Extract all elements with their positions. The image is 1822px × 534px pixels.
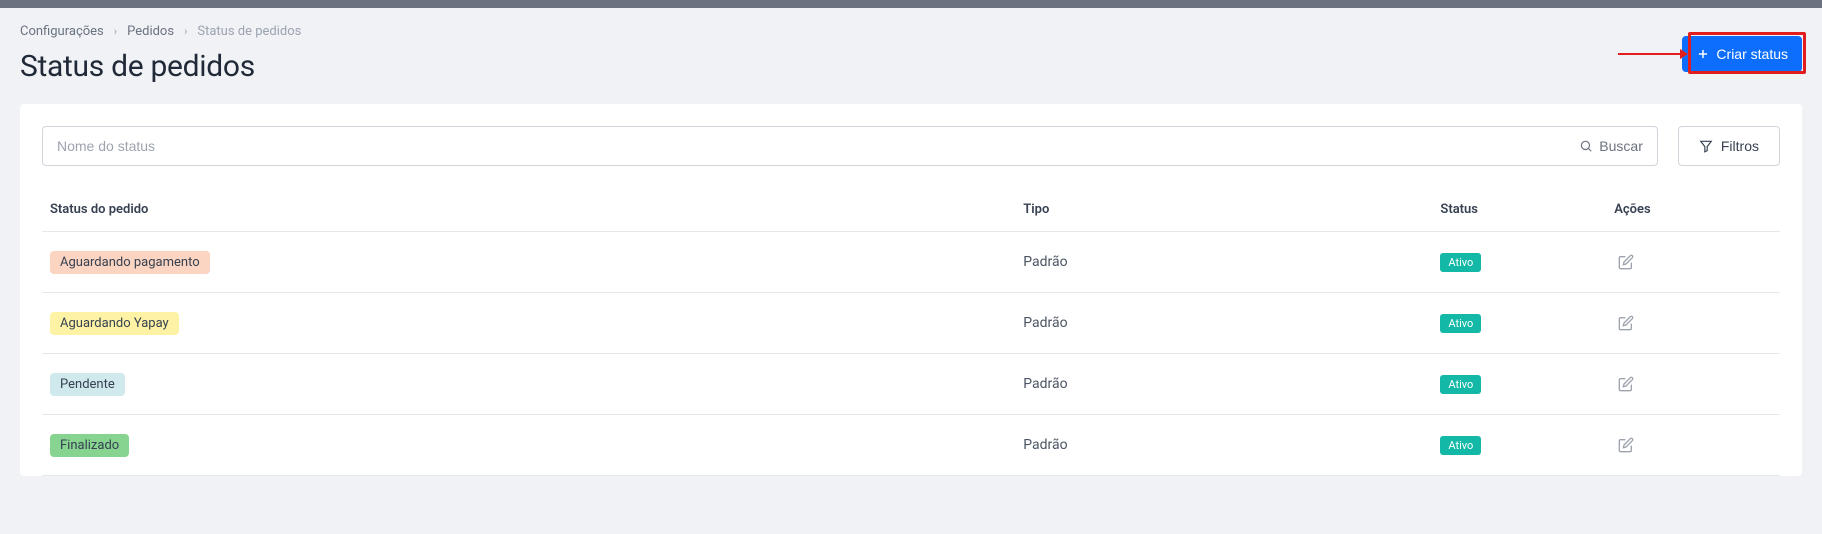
breadcrumb-item-configuracoes[interactable]: Configurações xyxy=(20,24,104,39)
edit-icon xyxy=(1618,254,1634,270)
create-status-button[interactable]: Criar status xyxy=(1682,36,1802,72)
breadcrumb-item-current: Status de pedidos xyxy=(197,24,301,39)
chevron-right-icon: › xyxy=(114,25,117,38)
active-badge: Ativo xyxy=(1440,253,1481,272)
cell-status: Ativo xyxy=(1432,354,1606,415)
filter-icon xyxy=(1699,139,1713,153)
edit-button[interactable] xyxy=(1614,372,1638,396)
page-title: Status de pedidos xyxy=(20,49,1802,84)
edit-icon xyxy=(1618,315,1634,331)
table-row: Aguardando Yapay Padrão Ativo xyxy=(42,293,1780,354)
table-row: Pendente Padrão Ativo xyxy=(42,354,1780,415)
search-button-label: Buscar xyxy=(1599,138,1643,154)
edit-button[interactable] xyxy=(1614,311,1638,335)
status-table-wrap: Status do pedido Tipo Status Ações Aguar… xyxy=(20,188,1802,476)
edit-button[interactable] xyxy=(1614,250,1638,274)
col-header-acoes: Ações xyxy=(1606,188,1780,232)
cell-tipo: Padrão xyxy=(1015,354,1432,415)
cell-acoes xyxy=(1606,232,1780,293)
window-topbar xyxy=(0,0,1822,8)
search-input[interactable] xyxy=(43,138,1565,154)
table-row: Aguardando pagamento Padrão Ativo xyxy=(42,232,1780,293)
cell-tipo: Padrão xyxy=(1015,415,1432,476)
table-row: Finalizado Padrão Ativo xyxy=(42,415,1780,476)
page-header: Configurações › Pedidos › Status de pedi… xyxy=(0,8,1822,104)
cell-status: Ativo xyxy=(1432,415,1606,476)
active-badge: Ativo xyxy=(1440,314,1481,333)
cell-acoes xyxy=(1606,293,1780,354)
cell-status: Ativo xyxy=(1432,232,1606,293)
status-tag: Finalizado xyxy=(50,434,129,457)
search-field-wrap: Buscar xyxy=(42,126,1658,166)
filters-button-label: Filtros xyxy=(1721,138,1759,154)
status-tag: Aguardando Yapay xyxy=(50,312,179,335)
col-header-status-name: Status do pedido xyxy=(42,188,1015,232)
status-table: Status do pedido Tipo Status Ações Aguar… xyxy=(42,188,1780,476)
breadcrumb: Configurações › Pedidos › Status de pedi… xyxy=(20,24,1802,39)
cell-status-name: Finalizado xyxy=(42,415,1015,476)
breadcrumb-item-pedidos[interactable]: Pedidos xyxy=(127,24,174,39)
search-button[interactable]: Buscar xyxy=(1565,127,1657,165)
cell-acoes xyxy=(1606,354,1780,415)
cell-tipo: Padrão xyxy=(1015,293,1432,354)
edit-button[interactable] xyxy=(1614,433,1638,457)
filters-button[interactable]: Filtros xyxy=(1678,126,1780,166)
edit-icon xyxy=(1618,437,1634,453)
cell-acoes xyxy=(1606,415,1780,476)
edit-icon xyxy=(1618,376,1634,392)
chevron-right-icon: › xyxy=(184,25,187,38)
cell-status-name: Aguardando Yapay xyxy=(42,293,1015,354)
active-badge: Ativo xyxy=(1440,436,1481,455)
active-badge: Ativo xyxy=(1440,375,1481,394)
plus-icon xyxy=(1696,47,1710,61)
status-tag: Pendente xyxy=(50,373,125,396)
cell-status-name: Aguardando pagamento xyxy=(42,232,1015,293)
col-header-status: Status xyxy=(1432,188,1606,232)
filter-row: Buscar Filtros xyxy=(20,126,1802,188)
search-icon xyxy=(1579,139,1593,153)
cell-status: Ativo xyxy=(1432,293,1606,354)
col-header-tipo: Tipo xyxy=(1015,188,1432,232)
content-card: Buscar Filtros Status do pedido Tipo Sta… xyxy=(20,104,1802,476)
create-status-label: Criar status xyxy=(1716,46,1788,62)
status-tag: Aguardando pagamento xyxy=(50,251,210,274)
cell-tipo: Padrão xyxy=(1015,232,1432,293)
cell-status-name: Pendente xyxy=(42,354,1015,415)
